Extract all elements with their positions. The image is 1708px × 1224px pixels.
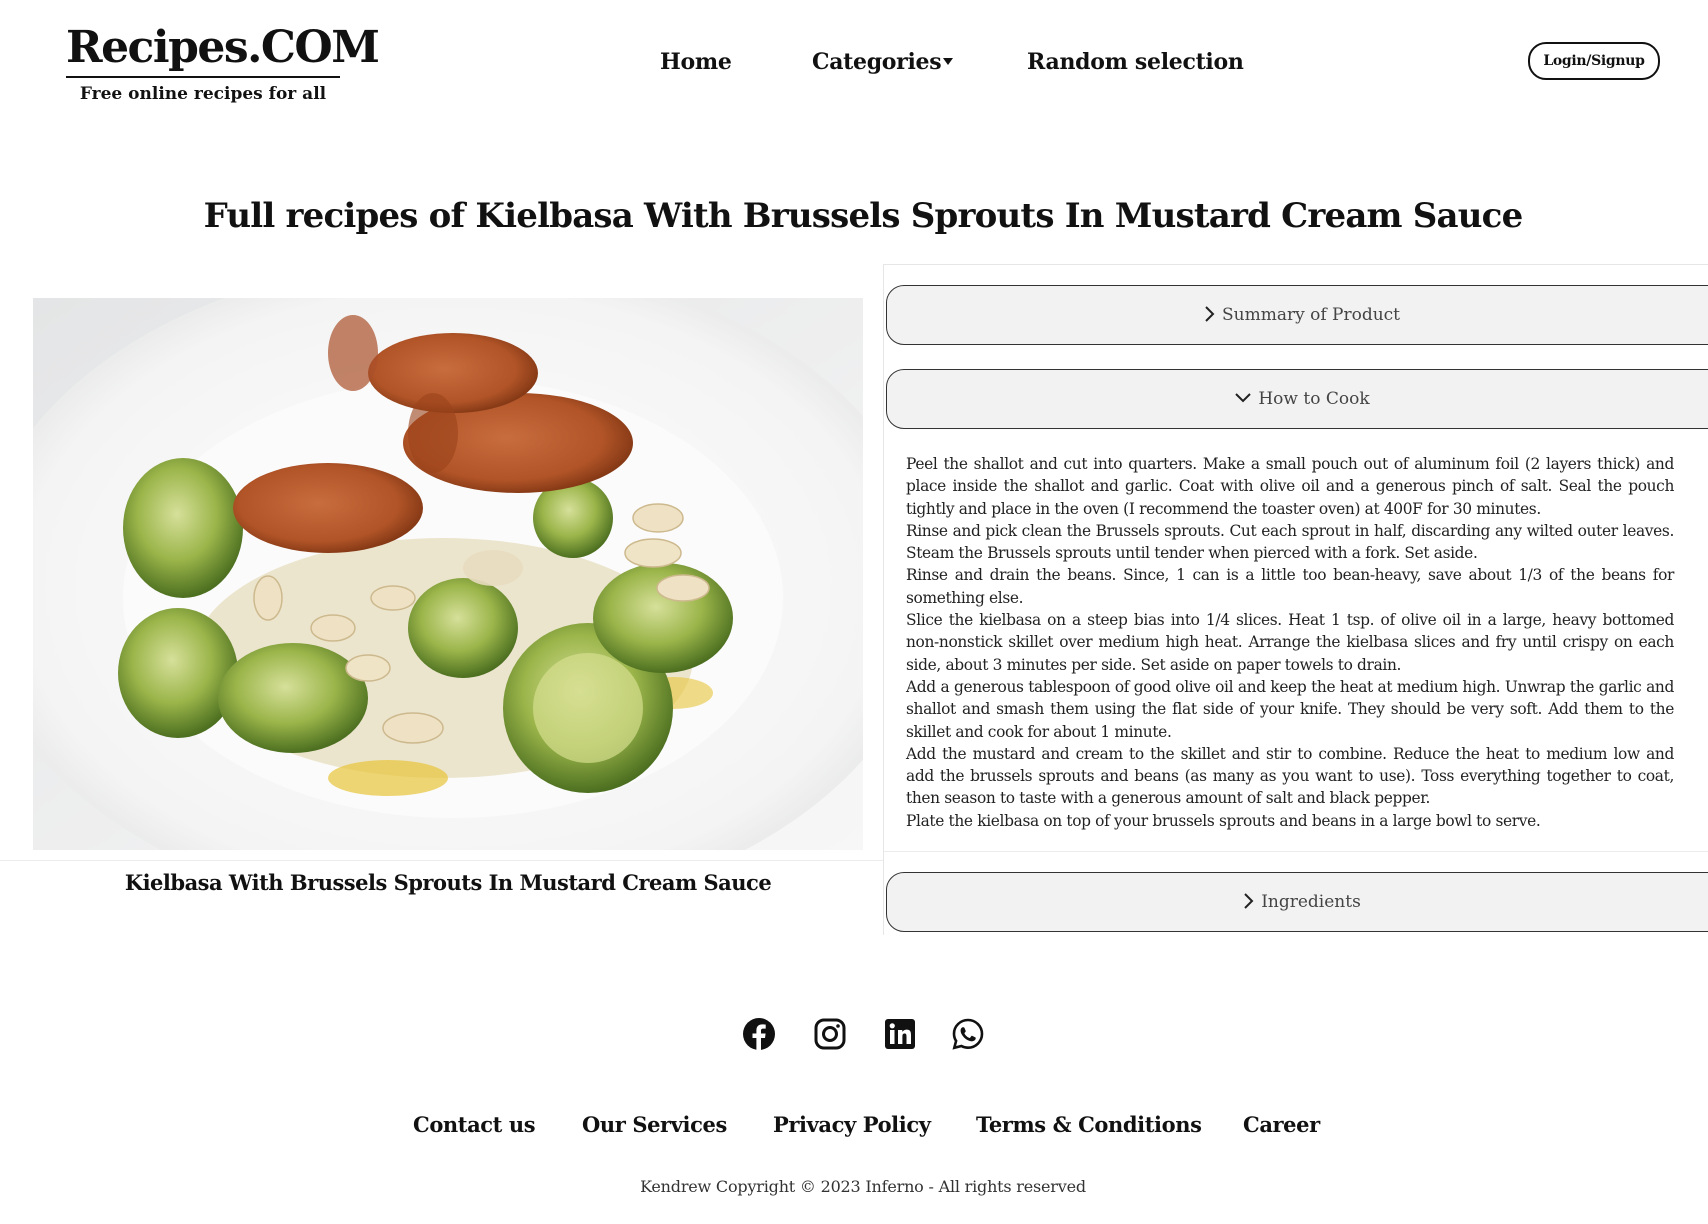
accordion-ingredients-label: Ingredients: [1261, 892, 1361, 912]
howto-step: Plate the kielbasa on top of your brusse…: [906, 811, 1541, 830]
accordion-howto-header[interactable]: How to Cook: [886, 369, 1708, 429]
footer-link-contact[interactable]: Contact us: [413, 1110, 536, 1140]
howto-step: Rinse and pick clean the Brussels sprout…: [906, 521, 1674, 563]
login-signup-button[interactable]: Login/Signup: [1528, 42, 1660, 80]
site-logo[interactable]: Recipes.COM Free online recipes for all: [66, 20, 380, 104]
howto-content: Peel the shallot and cut into quarters. …: [906, 453, 1674, 832]
accordion-summary-label: Summary of Product: [1221, 305, 1401, 325]
accordion-summary-header[interactable]: Summary of Product: [886, 285, 1708, 345]
howto-divider: [884, 851, 1708, 852]
brand-name: Recipes.COM: [66, 20, 380, 78]
howto-step: Add a generous tablespoon of good olive …: [906, 677, 1674, 741]
copyright-text: Kendrew Copyright © 2023 Inferno - All r…: [640, 1177, 1086, 1196]
howto-step: Slice the kielbasa on a steep bias into …: [906, 611, 1674, 674]
footer-link-career[interactable]: Career: [1243, 1110, 1320, 1140]
nav-categories-label: Categories: [812, 49, 942, 75]
instagram-icon[interactable]: [813, 1017, 847, 1051]
footer-link-services[interactable]: Our Services: [582, 1110, 727, 1140]
recipe-image: [33, 298, 863, 850]
footer-link-privacy[interactable]: Privacy Policy: [773, 1110, 931, 1140]
nav-home[interactable]: Home: [660, 44, 732, 80]
chevron-down-icon: [1235, 393, 1252, 403]
whatsapp-icon[interactable]: [951, 1017, 985, 1051]
image-caption: Kielbasa With Brussels Sprouts In Mustar…: [124, 870, 772, 895]
page-title: Full recipes of Kielbasa With Brussels S…: [203, 196, 1524, 236]
howto-step: Add the mustard and cream to the skillet…: [906, 744, 1674, 808]
chevron-right-icon: [1205, 306, 1215, 322]
nav-categories[interactable]: Categories: [812, 44, 954, 80]
howto-step: Rinse and drain the beans. Since, 1 can …: [906, 566, 1674, 607]
brand-tagline: Free online recipes for all: [79, 84, 327, 104]
recipe-accordion: Summary of Product How to Cook Peel the …: [883, 264, 1708, 935]
footer-link-terms[interactable]: Terms & Conditions: [976, 1110, 1202, 1140]
nav-random-selection[interactable]: Random selection: [1027, 44, 1244, 80]
facebook-icon[interactable]: [742, 1017, 776, 1051]
image-divider: [0, 860, 883, 861]
linkedin-icon[interactable]: [883, 1017, 917, 1051]
accordion-howto-label: How to Cook: [1258, 389, 1370, 409]
caret-down-icon: [943, 57, 954, 65]
accordion-ingredients-header[interactable]: Ingredients: [886, 872, 1708, 932]
howto-step: Peel the shallot and cut into quarters. …: [906, 455, 1674, 518]
chevron-right-icon: [1244, 893, 1254, 909]
